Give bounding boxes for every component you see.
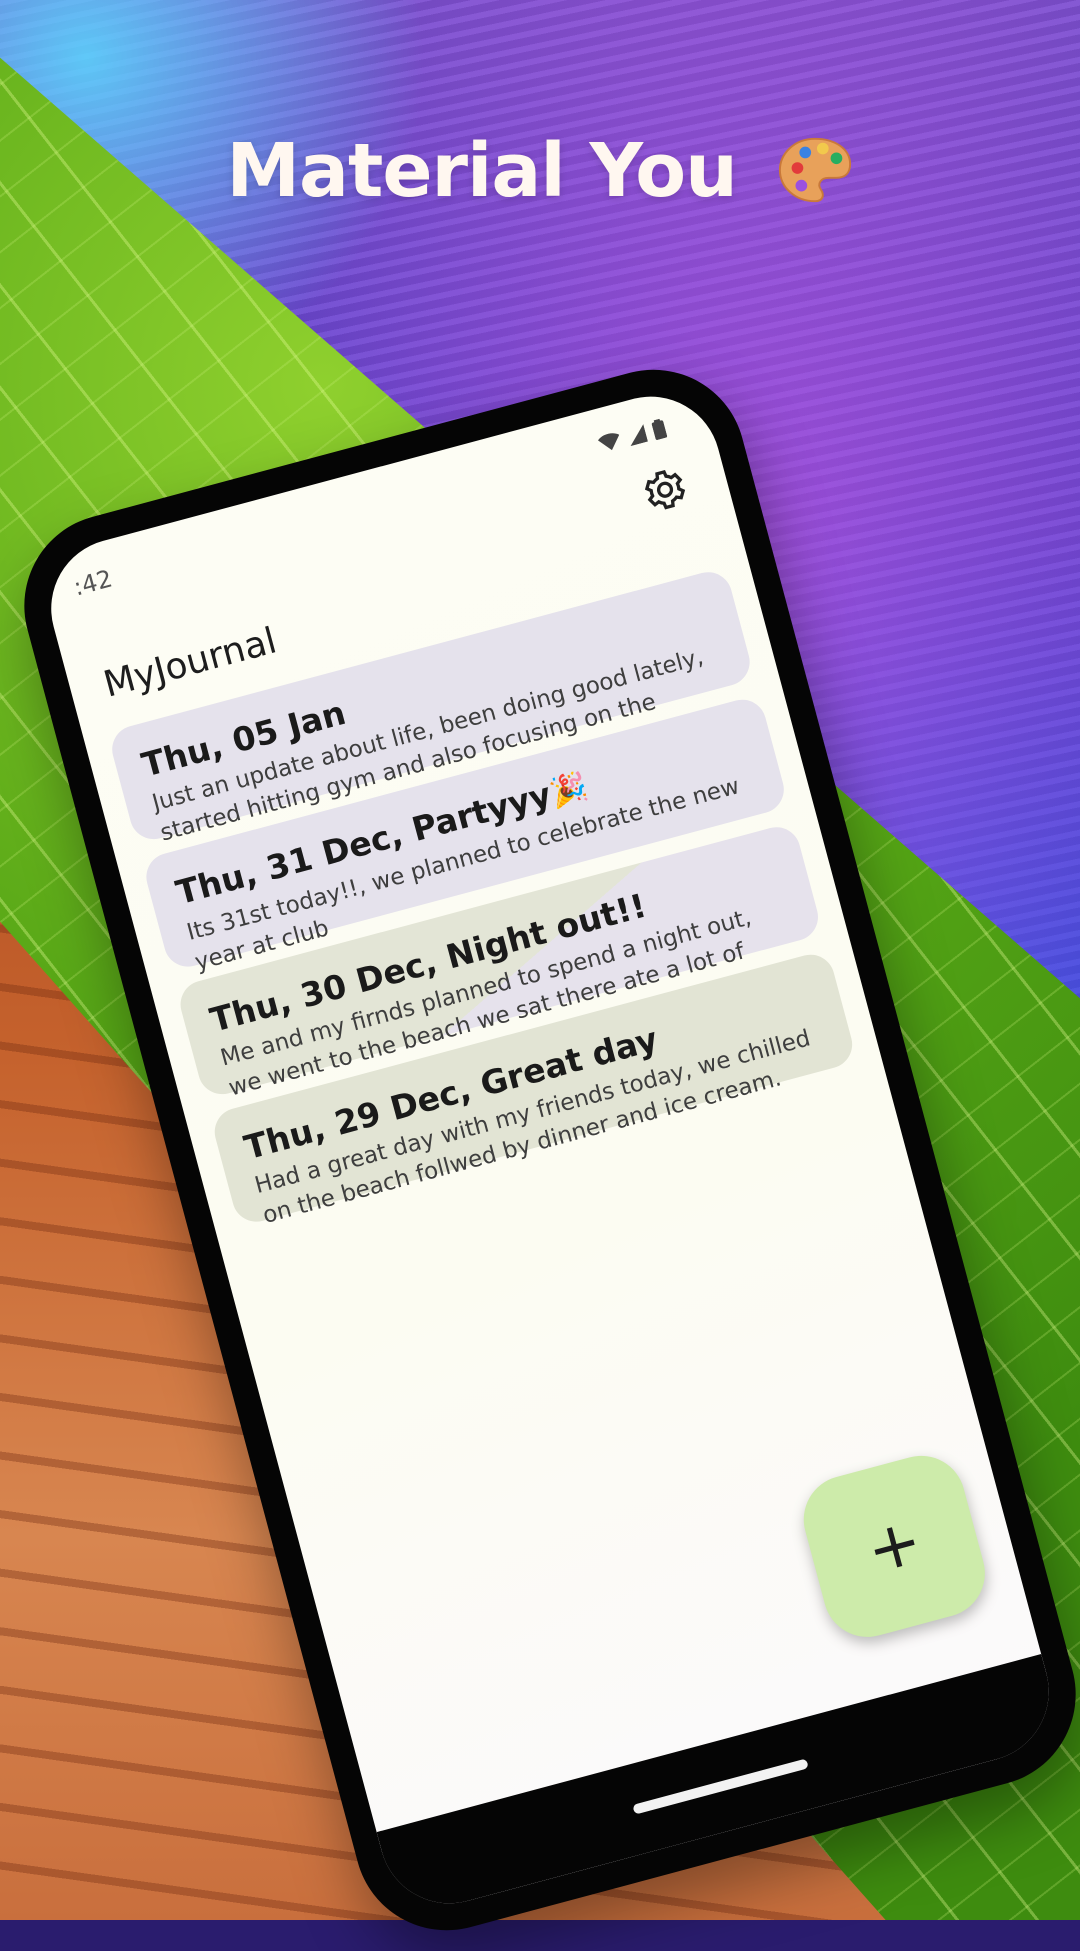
headline-text: Material You [226,128,737,214]
add-icon: + [858,1503,930,1590]
status-icons [597,418,668,455]
palette-icon [778,137,851,203]
wifi-icon [597,433,620,451]
battery-icon [651,418,668,440]
headline: Material You [0,128,1080,214]
signal-icon [630,424,648,447]
gear-icon[interactable] [638,463,692,517]
add-entry-button[interactable]: + [793,1445,995,1647]
party-popper-icon: 🎉 [546,768,592,813]
status-time: :42 [70,564,116,602]
